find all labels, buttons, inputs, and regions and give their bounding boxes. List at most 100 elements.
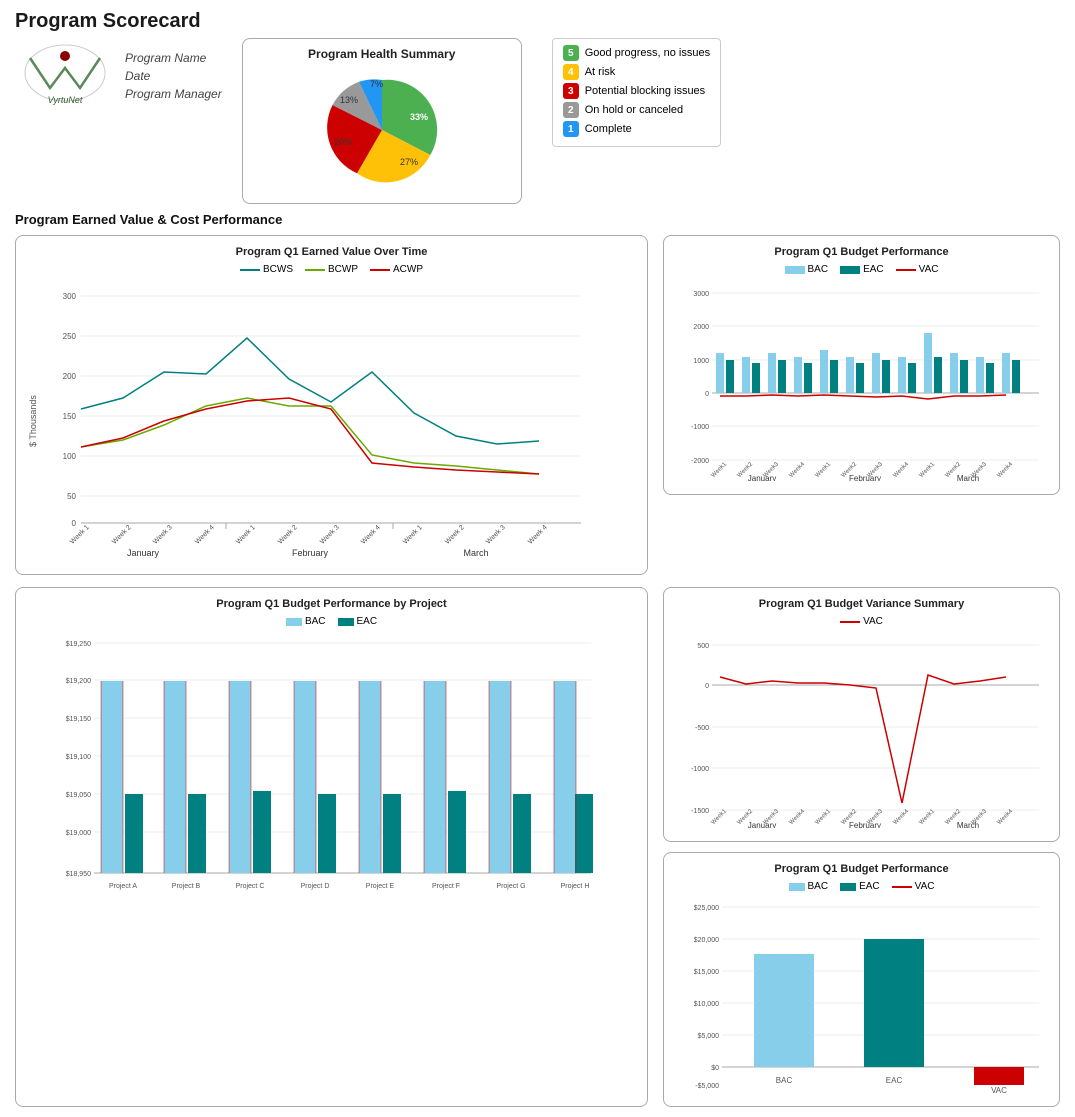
bcws-legend: BCWS	[240, 264, 293, 275]
svg-text:33%: 33%	[410, 112, 428, 122]
svg-text:$0: $0	[711, 1065, 719, 1072]
legend-circle-5: 5	[563, 45, 579, 61]
svg-text:January: January	[127, 548, 160, 558]
svg-text:$5,000: $5,000	[698, 1033, 720, 1040]
svg-text:0: 0	[705, 391, 709, 398]
svg-text:EAC: EAC	[886, 1076, 903, 1085]
eac-total-legend: EAC	[840, 881, 880, 892]
svg-text:13%: 13%	[340, 95, 358, 105]
budget-variance-title: Program Q1 Budget Variance Summary	[674, 598, 1049, 610]
svg-text:March: March	[957, 821, 979, 828]
legend-label-5: Good progress, no issues	[585, 47, 710, 59]
legend-circle-3: 3	[563, 83, 579, 99]
svg-text:$19,100: $19,100	[66, 754, 91, 761]
svg-text:$20,000: $20,000	[694, 937, 719, 944]
svg-text:-1500: -1500	[691, 808, 709, 815]
svg-text:7%: 7%	[370, 79, 383, 89]
svg-text:Week 1: Week 1	[235, 524, 257, 546]
ev-chart-legend: BCWS BCWP ACWP	[26, 264, 637, 275]
svg-text:Project D: Project D	[301, 883, 330, 890]
top-section: VyrtuNet Program Name Date Program Manag…	[15, 38, 1060, 204]
vac-var-legend: VAC	[840, 616, 883, 627]
svg-text:-1000: -1000	[691, 766, 709, 773]
charts-row-1: Program Q1 Earned Value Over Time BCWS B…	[15, 235, 1060, 575]
svg-text:0: 0	[72, 519, 77, 528]
svg-text:Week 4: Week 4	[194, 524, 216, 546]
svg-text:150: 150	[63, 412, 77, 421]
budget-variance-box: Program Q1 Budget Variance Summary VAC 5…	[663, 587, 1060, 842]
budget-perf-total-title: Program Q1 Budget Performance	[674, 863, 1049, 875]
svg-text:Week 4: Week 4	[360, 524, 382, 546]
eac-legend: EAC	[840, 264, 884, 275]
health-pie-chart: 33% 27% 20% 13% 7%	[312, 65, 452, 195]
budget-perf-title: Program Q1 Budget Performance	[674, 246, 1049, 258]
svg-text:VyrtuNet: VyrtuNet	[48, 95, 83, 105]
svg-text:Project F: Project F	[432, 883, 460, 890]
svg-text:$25,000: $25,000	[694, 905, 719, 912]
svg-text:50: 50	[67, 492, 76, 501]
svg-text:-1000: -1000	[691, 424, 709, 431]
eac-proj-legend: EAC	[338, 616, 378, 627]
right-charts-col: Program Q1 Budget Performance BAC EAC VA…	[663, 235, 1060, 575]
svg-text:Week1: Week1	[711, 808, 729, 826]
svg-text:$19,050: $19,050	[66, 792, 91, 799]
svg-text:Week4: Week4	[789, 808, 807, 826]
svg-text:-500: -500	[695, 725, 709, 732]
ev-chart-title: Program Q1 Earned Value Over Time	[26, 246, 637, 258]
page-title: Program Scorecard	[15, 10, 1060, 33]
svg-text:BAC: BAC	[776, 1076, 793, 1085]
svg-text:3000: 3000	[693, 291, 709, 298]
svg-text:Project G: Project G	[496, 883, 525, 890]
legend-item-2: 2 On hold or canceled	[563, 102, 710, 118]
budget-perf-legend: BAC EAC VAC	[674, 264, 1049, 275]
vac-legend: VAC	[896, 264, 939, 275]
budget-by-project-svg: $19,250 $19,200 $19,150 $19,100 $19,050 …	[26, 633, 606, 913]
bcwp-legend: BCWP	[305, 264, 358, 275]
budget-by-project-title: Program Q1 Budget Performance by Project	[26, 598, 637, 610]
budget-by-project-box: Program Q1 Budget Performance by Project…	[15, 587, 648, 1107]
svg-text:$19,000: $19,000	[66, 830, 91, 837]
acwp-legend: ACWP	[370, 264, 423, 275]
budget-perf-total-box: Program Q1 Budget Performance BAC EAC VA…	[663, 852, 1060, 1107]
svg-text:March: March	[957, 474, 979, 481]
svg-text:1000: 1000	[693, 358, 709, 365]
svg-text:300: 300	[63, 292, 77, 301]
svg-text:Week1: Week1	[919, 461, 937, 479]
health-legend-box: 5 Good progress, no issues 4 At risk 3 P…	[552, 38, 721, 147]
svg-text:$10,000: $10,000	[694, 1001, 719, 1008]
ev-over-time-box: Program Q1 Earned Value Over Time BCWS B…	[15, 235, 648, 575]
legend-circle-2: 2	[563, 102, 579, 118]
svg-text:Week4: Week4	[893, 461, 911, 479]
bottom-charts: Program Q1 Budget Performance by Project…	[15, 587, 1060, 1107]
svg-text:Week4: Week4	[997, 461, 1015, 479]
program-name-label: Program Name	[125, 51, 222, 65]
bac-proj-legend: BAC	[286, 616, 326, 627]
legend-label-1: Complete	[585, 123, 632, 135]
svg-text:VAC: VAC	[991, 1086, 1007, 1093]
budget-by-project-legend: BAC EAC	[26, 616, 637, 627]
legend-item-4: 4 At risk	[563, 64, 710, 80]
budget-perf-total-svg: $25,000 $20,000 $15,000 $10,000 $5,000 $…	[674, 898, 1049, 1093]
svg-text:Week 3: Week 3	[485, 524, 507, 546]
svg-text:$19,200: $19,200	[66, 678, 91, 685]
svg-text:February: February	[292, 548, 329, 558]
bac-legend: BAC	[785, 264, 829, 275]
vyrtunet-logo: VyrtuNet	[15, 38, 115, 108]
svg-text:Week 3: Week 3	[319, 524, 341, 546]
svg-text:Project C: Project C	[236, 883, 265, 890]
svg-text:Week1: Week1	[919, 808, 937, 826]
svg-text:February: February	[849, 821, 881, 828]
budget-perf-total-legend: BAC EAC VAC	[674, 881, 1049, 892]
svg-text:2000: 2000	[693, 324, 709, 331]
svg-text:Project B: Project B	[172, 883, 201, 890]
health-summary-box: Program Health Summary 33% 27%	[242, 38, 522, 204]
svg-text:March: March	[463, 548, 488, 558]
legend-item-5: 5 Good progress, no issues	[563, 45, 710, 61]
svg-text:January: January	[748, 821, 776, 828]
legend-item-1: 1 Complete	[563, 121, 710, 137]
svg-text:Week 2: Week 2	[444, 524, 466, 546]
legend-item-3: 3 Potential blocking issues	[563, 83, 710, 99]
svg-text:Week 2: Week 2	[277, 524, 299, 546]
budget-variance-legend: VAC	[674, 616, 1049, 627]
svg-text:Week 3: Week 3	[152, 524, 174, 546]
